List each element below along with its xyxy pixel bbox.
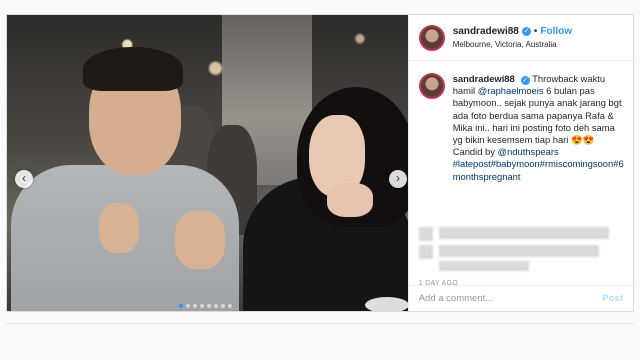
location-link[interactable]: Melbourne, Victoria, Australia: [453, 40, 572, 49]
woman-hand: [327, 183, 373, 217]
carousel-dot: [228, 304, 232, 308]
man-hand: [99, 203, 139, 253]
blurred-comments: [418, 223, 629, 273]
post-caption: sandradewi88 ✓ Throwback waktu hamil @rap…: [418, 73, 631, 183]
page-footer-strip: [6, 323, 634, 360]
caption-username[interactable]: sandradewi88: [453, 73, 515, 84]
carousel-dot: [193, 304, 197, 308]
carousel-dot: [186, 304, 190, 308]
post-header: sandradewi88 ✓ • Follow Melbourne, Victo…: [408, 15, 633, 61]
mention-link[interactable]: @raphaelmoeis: [478, 85, 544, 96]
cup: [365, 297, 408, 311]
man-hair: [83, 47, 183, 91]
username-link[interactable]: sandradewi88: [453, 26, 519, 37]
mention-link[interactable]: @nduthspears: [498, 146, 559, 157]
comment-box: Post: [408, 285, 633, 311]
post-comment-button[interactable]: Post: [602, 293, 623, 304]
emoji-text: 😍😍: [571, 134, 595, 146]
avatar[interactable]: [418, 24, 445, 51]
carousel-dot: [200, 304, 204, 308]
verified-badge-icon: ✓: [521, 27, 531, 36]
post-sidebar: sandradewi88 ✓ • Follow Melbourne, Victo…: [407, 15, 633, 311]
next-slide-button[interactable]: ›: [389, 170, 407, 188]
carousel-dot: [207, 304, 211, 308]
verified-badge-icon: ✓: [520, 76, 530, 85]
hashtag-links[interactable]: #latepost#babymoon#rmiscomingsoon#6month…: [453, 158, 624, 181]
follow-button[interactable]: Follow: [540, 26, 572, 37]
caption-avatar[interactable]: [418, 73, 445, 99]
man-hand: [175, 211, 225, 269]
instagram-post-card: ‹ › sandradewi88 ✓ • Follow Melbourne, V…: [6, 14, 634, 312]
carousel-dot: [214, 304, 218, 308]
post-photo[interactable]: ‹ ›: [7, 15, 408, 311]
carousel-dot: [221, 304, 225, 308]
carousel-indicator: [179, 304, 232, 308]
carousel-dot: [179, 304, 183, 308]
separator: •: [533, 26, 538, 37]
previous-slide-button[interactable]: ‹: [15, 170, 33, 188]
caption-text: Candid by: [452, 146, 495, 158]
comment-input[interactable]: [418, 293, 603, 304]
